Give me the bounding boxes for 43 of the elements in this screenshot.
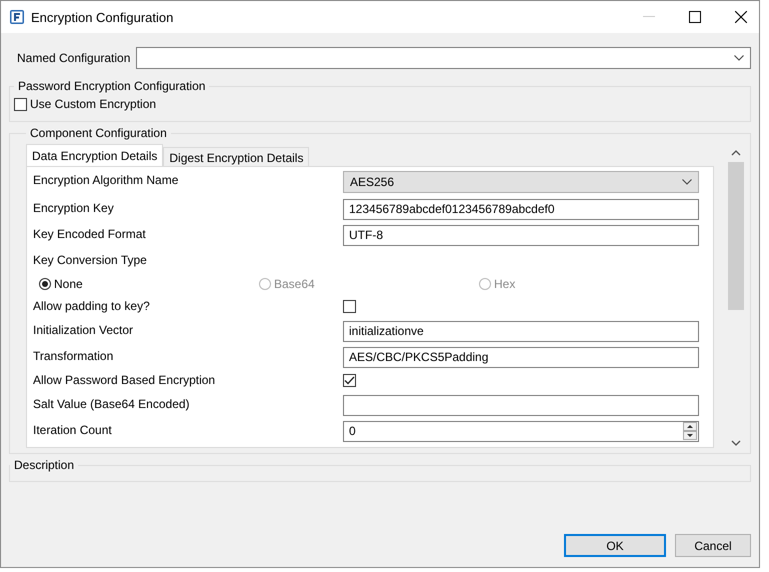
- field-label: Iteration Count: [33, 422, 113, 437]
- spinner-field[interactable]: 0: [343, 421, 699, 442]
- scroll-down-icon[interactable]: [731, 440, 741, 446]
- field-label: Initialization Vector: [33, 322, 134, 337]
- input-field[interactable]: 123456789abcdef0123456789abcdef0: [343, 199, 699, 220]
- field-label: Allow Password Based Encryption: [33, 373, 216, 387]
- window-title: Encryption Configuration: [31, 10, 174, 24]
- input-field[interactable]: [343, 395, 699, 416]
- caret-icon: [734, 55, 744, 61]
- input-field[interactable]: AES/CBC/PKCS5Padding: [343, 347, 699, 368]
- app-icon: [9, 9, 25, 25]
- spinner-arrows-icon[interactable]: [683, 422, 697, 440]
- close-icon[interactable]: [735, 11, 747, 23]
- radio-button[interactable]: [39, 278, 51, 290]
- named-configuration-dropdown[interactable]: [136, 47, 751, 69]
- radio-label: Hex: [494, 277, 516, 291]
- radio-label: Base64: [274, 277, 315, 291]
- field-label: Named Configuration: [17, 51, 130, 65]
- field-label: Encryption Key: [33, 200, 115, 215]
- radio-label: None: [54, 277, 83, 291]
- tab[interactable]: Digest Encryption Details: [163, 147, 310, 166]
- group-title: Password Encryption Configuration: [17, 79, 206, 93]
- checkbox[interactable]: [14, 98, 27, 110]
- dialog-button[interactable]: OK: [564, 534, 666, 557]
- maximize-icon[interactable]: [689, 11, 701, 23]
- scroll-up-icon[interactable]: [731, 150, 741, 156]
- field-label: Key Encoded Format: [33, 226, 147, 241]
- input-field[interactable]: initializationve: [343, 321, 699, 342]
- field-label: Allow padding to key?: [33, 299, 151, 313]
- field-label: Key Conversion Type: [33, 252, 148, 267]
- checkbox-label: Use Custom Encryption: [30, 97, 156, 111]
- checkbox[interactable]: [343, 374, 356, 387]
- field-label: Encryption Algorithm Name: [33, 172, 180, 187]
- group-title: Description: [13, 458, 76, 472]
- algorithm-dropdown[interactable]: AES256: [343, 171, 699, 193]
- tab[interactable]: Data Encryption Details: [26, 144, 164, 166]
- caret-icon: [682, 179, 692, 185]
- input-field[interactable]: UTF-8: [343, 225, 699, 246]
- checkbox[interactable]: [343, 300, 356, 313]
- group-title: Component Configuration: [29, 126, 168, 140]
- field-label: Transformation: [33, 348, 114, 363]
- dialog-button[interactable]: Cancel: [675, 534, 751, 557]
- field-label: Salt Value (Base64 Encoded): [33, 396, 191, 411]
